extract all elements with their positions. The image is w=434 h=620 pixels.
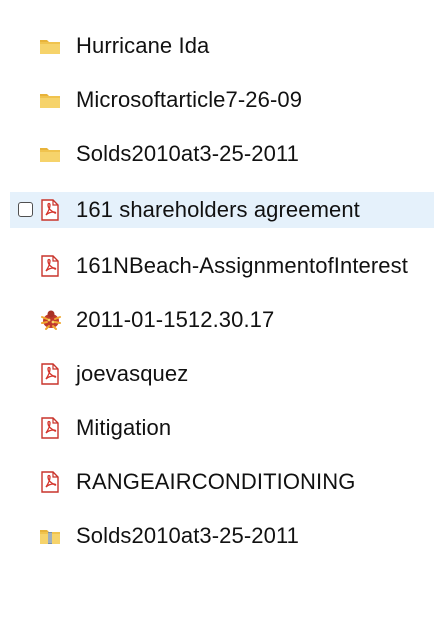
file-item[interactable]: 161NBeach-AssignmentofInterest — [0, 248, 434, 284]
file-item[interactable]: Hurricane Ida — [0, 28, 434, 64]
file-name: 161NBeach-AssignmentofInterest — [76, 253, 408, 278]
file-item[interactable]: 2011-01-1512.30.17 — [0, 302, 434, 338]
select-checkbox[interactable] — [18, 202, 33, 217]
file-name: Mitigation — [76, 415, 172, 440]
file-list: Hurricane Ida Microsoftarticle7-26-09 So… — [0, 0, 434, 620]
file-item[interactable]: Mitigation — [0, 410, 434, 446]
pdf-file-icon — [39, 199, 61, 221]
file-item[interactable]: RANGEAIRCONDITIONING — [0, 464, 434, 500]
folder-icon — [39, 143, 61, 165]
file-name: 2011-01-1512.30.17 — [76, 307, 275, 332]
pdf-file-icon — [39, 417, 61, 439]
file-item-selected[interactable]: 161 shareholders agreement — [10, 192, 434, 228]
folder-icon — [39, 35, 61, 57]
file-name: Hurricane Ida — [76, 33, 210, 58]
pdf-file-icon — [39, 255, 61, 277]
file-item[interactable]: Solds2010at3-25-2011 — [0, 518, 434, 554]
app-bug-icon — [39, 309, 61, 331]
folder-icon — [39, 89, 61, 111]
file-item[interactable]: Microsoftarticle7-26-09 — [0, 82, 434, 118]
file-name: Solds2010at3-25-2011 — [76, 523, 299, 548]
file-name: 161 shareholders agreement — [76, 197, 360, 222]
file-item[interactable]: Solds2010at3-25-2011 — [0, 136, 434, 172]
file-name: Microsoftarticle7-26-09 — [76, 87, 303, 112]
file-name: joevasquez — [76, 361, 189, 386]
pdf-file-icon — [39, 363, 61, 385]
file-name: RANGEAIRCONDITIONING — [76, 469, 356, 494]
file-item[interactable]: joevasquez — [0, 356, 434, 392]
pdf-file-icon — [39, 471, 61, 493]
file-name: Solds2010at3-25-2011 — [76, 141, 299, 166]
zip-folder-icon — [39, 525, 61, 547]
